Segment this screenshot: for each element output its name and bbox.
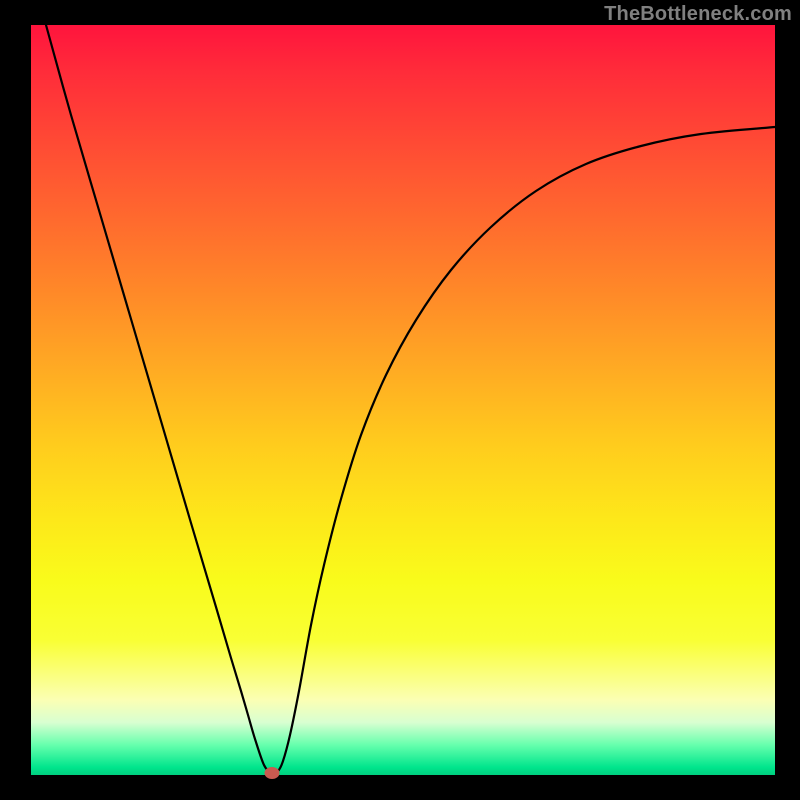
bottleneck-curve <box>31 25 775 775</box>
watermark-text: TheBottleneck.com <box>604 3 792 26</box>
chart-frame: TheBottleneck.com <box>0 0 800 800</box>
minimum-marker <box>265 767 280 779</box>
